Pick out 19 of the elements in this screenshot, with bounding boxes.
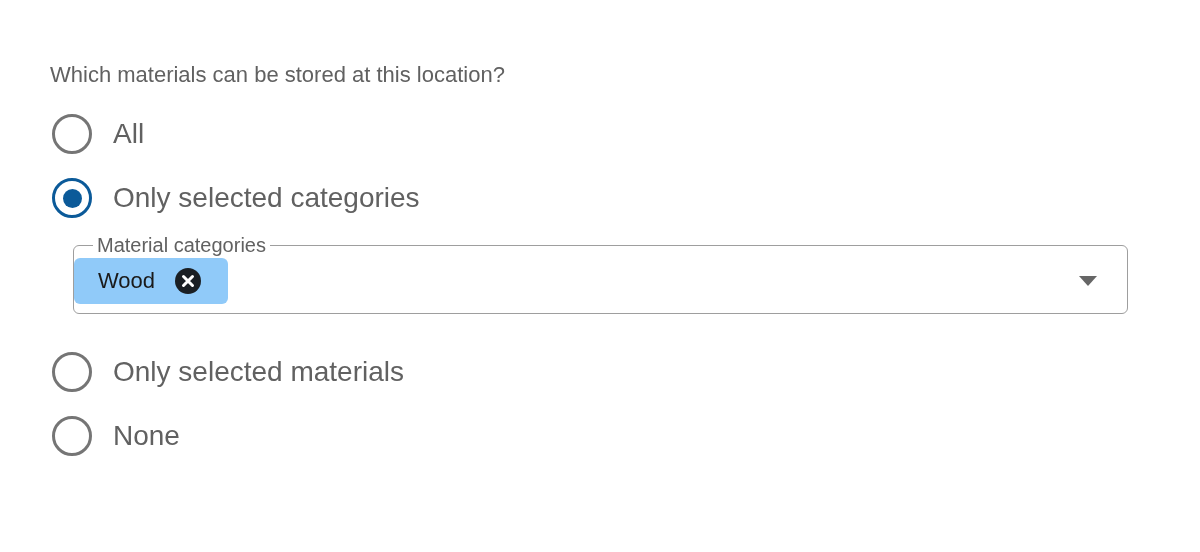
option-label: All [113,117,145,151]
category-select[interactable]: Material categories Wood [73,234,1128,314]
radio-button[interactable] [52,178,92,218]
radio-option[interactable]: Only selected materials [50,340,404,404]
remove-icon[interactable] [174,266,203,295]
option-label: Only selected materials [113,355,404,389]
chip-label: Wood [98,267,156,294]
radio-button[interactable] [52,114,92,154]
radio-option[interactable]: All [50,102,145,166]
option-label: Only selected categories [113,181,420,215]
option-label: None [113,419,180,453]
question-text: Which materials can be stored at this location? [50,61,505,89]
radio-button[interactable] [52,352,92,392]
radio-button[interactable] [52,416,92,456]
dropdown-caret-icon[interactable] [1079,275,1097,286]
category-chip[interactable]: Wood [74,257,229,304]
radio-option[interactable]: None [50,404,180,468]
radio-option[interactable]: Only selected categories [50,166,420,230]
field-label: Material categories [96,234,267,256]
